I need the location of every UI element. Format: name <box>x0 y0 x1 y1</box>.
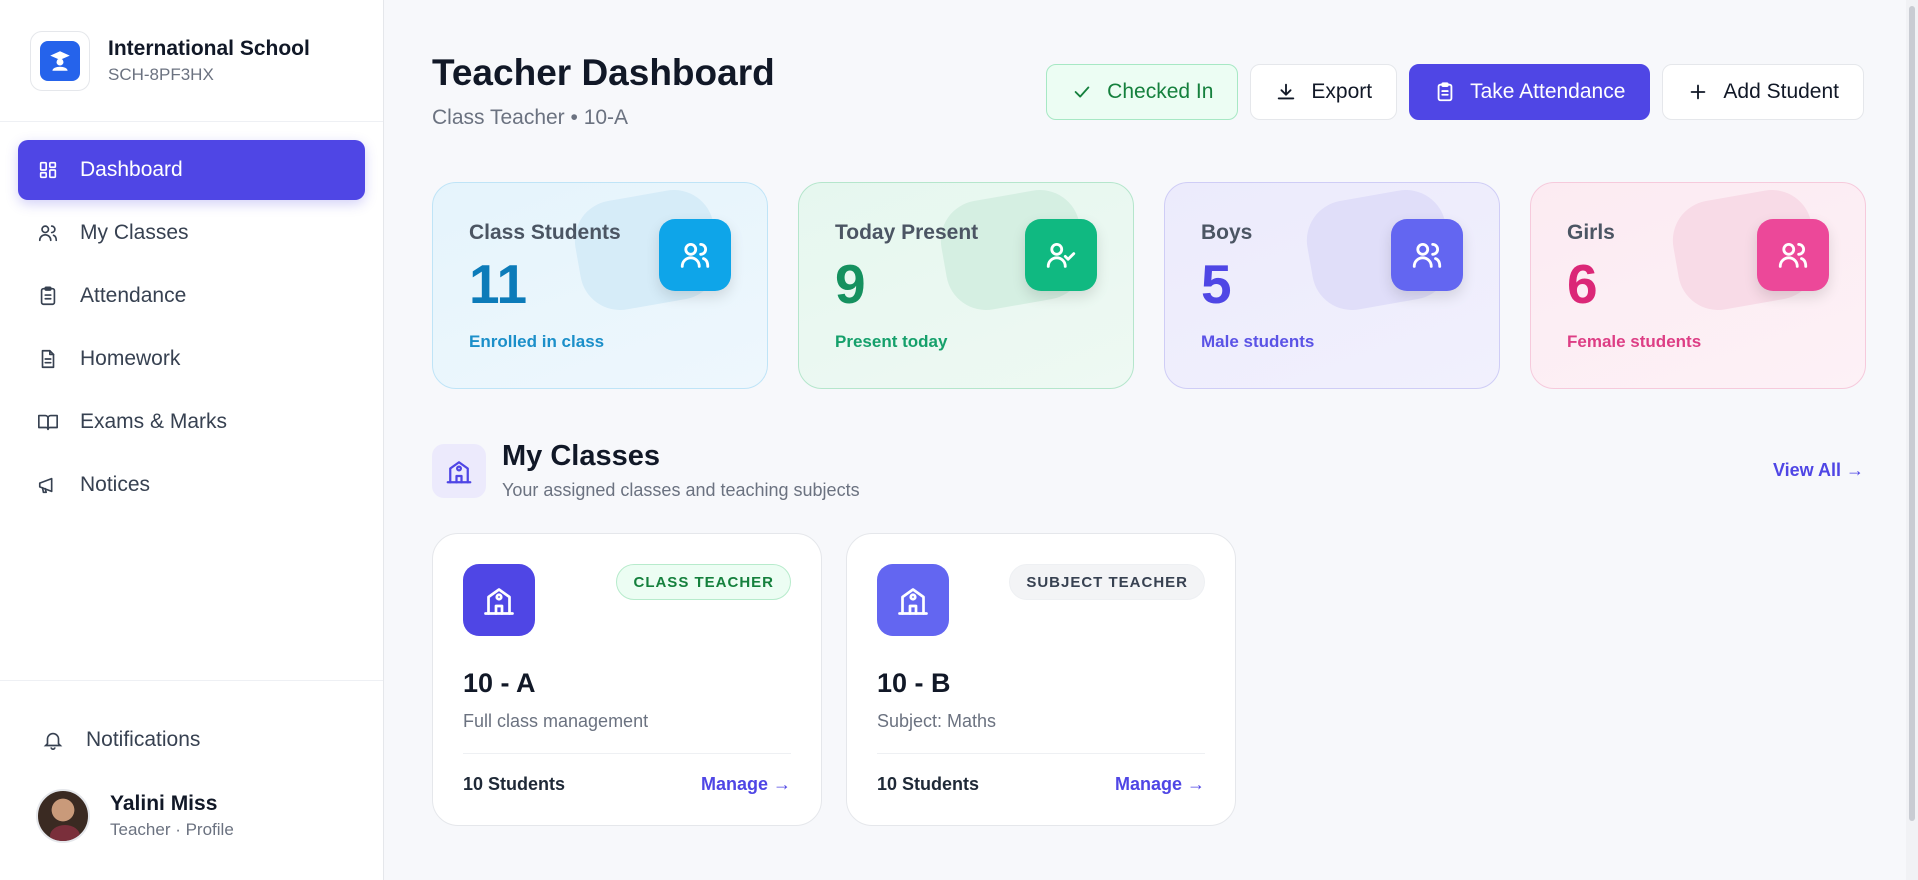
sidebar-item-attendance[interactable]: Attendance <box>18 266 365 326</box>
manage-link[interactable]: Manage → <box>701 774 791 795</box>
megaphone-icon <box>36 473 60 497</box>
class-cards: CLASS TEACHER 10 - A Full class manageme… <box>432 533 1236 826</box>
school-icon <box>877 564 949 636</box>
stat-card-girls[interactable]: Girls 6 Female students <box>1530 182 1866 389</box>
grid-icon <box>36 158 60 182</box>
sidebar-item-label: Attendance <box>80 284 187 307</box>
sidebar-item-exams-marks[interactable]: Exams & Marks <box>18 392 365 452</box>
document-icon <box>36 347 60 371</box>
stat-note: Enrolled in class <box>469 332 605 351</box>
section-title: My Classes <box>502 440 660 472</box>
notifications-label: Notifications <box>86 728 201 751</box>
sidebar: International School SCH-8PF3HX Dashboar… <box>0 0 384 880</box>
class-card-footer: 10 Students Manage → <box>463 753 791 795</box>
book-open-icon <box>36 410 60 434</box>
view-all-link[interactable]: View All → <box>1773 460 1864 481</box>
users-icon <box>36 221 60 245</box>
school-name: International School <box>108 36 310 60</box>
sidebar-item-label: My Classes <box>80 221 189 244</box>
stats-row: Class Students 11 Enrolled in class Toda… <box>432 182 1866 389</box>
profile-link[interactable]: Yalini Miss Teacher · Profile <box>0 789 383 843</box>
user-check-icon <box>1025 219 1097 291</box>
stat-card-class-students[interactable]: Class Students 11 Enrolled in class <box>432 182 768 389</box>
add-student-button[interactable]: Add Student <box>1662 64 1864 120</box>
stat-note: Male students <box>1201 332 1315 351</box>
bell-icon <box>43 732 63 750</box>
class-card-footer: 10 Students Manage → <box>877 753 1205 795</box>
role-badge: SUBJECT TEACHER <box>1009 564 1205 600</box>
profile-role: Teacher · Profile <box>110 820 234 839</box>
school-icon <box>463 564 535 636</box>
page-subtitle: Class Teacher • 10-A <box>432 106 629 129</box>
checked-in-button[interactable]: Checked In <box>1046 64 1239 120</box>
stat-note: Present today <box>835 332 948 351</box>
page-scrollbar[interactable] <box>1906 0 1918 880</box>
sidebar-item-notices[interactable]: Notices <box>18 455 365 515</box>
avatar <box>36 789 90 843</box>
brand: International School SCH-8PF3HX <box>0 0 383 122</box>
sidebar-item-homework[interactable]: Homework <box>18 329 365 389</box>
school-code: SCH-8PF3HX <box>108 64 214 84</box>
stat-card-boys[interactable]: Boys 5 Male students <box>1164 182 1500 389</box>
users-icon <box>1757 219 1829 291</box>
sidebar-item-label: Homework <box>80 347 181 370</box>
notifications-link[interactable]: Notifications <box>0 713 383 767</box>
scrollbar-thumb[interactable] <box>1909 6 1915 821</box>
sidebar-item-label: Dashboard <box>80 158 183 181</box>
manage-link[interactable]: Manage → <box>1115 774 1205 795</box>
section-subtitle: Your assigned classes and teaching subje… <box>502 480 860 500</box>
sidebar-item-my-classes[interactable]: My Classes <box>18 203 365 263</box>
check-icon <box>1074 86 1090 98</box>
sidebar-item-label: Notices <box>80 473 151 496</box>
page-title: Teacher Dashboard <box>432 52 775 93</box>
header-actions: Checked In Export Take Attendance Add St… <box>1046 64 1864 120</box>
clipboard-icon <box>1437 82 1453 102</box>
profile-name: Yalini Miss <box>110 792 218 815</box>
graduate-icon <box>50 50 70 71</box>
sidebar-nav: Dashboard My Classes Attendance Homework… <box>0 122 383 515</box>
sidebar-item-dashboard[interactable]: Dashboard <box>18 140 365 200</box>
class-description: Full class management <box>463 711 649 731</box>
users-icon <box>1391 219 1463 291</box>
stat-card-today-present[interactable]: Today Present 9 Present today <box>798 182 1134 389</box>
class-card-10a[interactable]: CLASS TEACHER 10 - A Full class manageme… <box>432 533 822 826</box>
student-count: 10 Students <box>877 774 980 794</box>
sidebar-item-label: Exams & Marks <box>80 410 228 433</box>
student-count: 10 Students <box>463 774 566 794</box>
my-classes-header: My Classes Your assigned classes and tea… <box>432 440 1864 506</box>
clipboard-icon <box>36 284 60 308</box>
sidebar-footer: Notifications Yalini Miss Teacher · Prof… <box>0 680 383 880</box>
school-icon <box>432 444 486 498</box>
stat-note: Female students <box>1567 332 1702 351</box>
take-attendance-button[interactable]: Take Attendance <box>1409 64 1651 120</box>
class-card-10b[interactable]: SUBJECT TEACHER 10 - B Subject: Maths 10… <box>846 533 1236 826</box>
export-button[interactable]: Export <box>1250 64 1398 120</box>
school-logo <box>30 30 90 91</box>
class-description: Subject: Maths <box>877 711 997 731</box>
download-icon <box>1278 83 1295 100</box>
class-name: 10 - B <box>877 668 951 698</box>
class-name: 10 - A <box>463 668 536 698</box>
role-badge: CLASS TEACHER <box>616 564 791 600</box>
users-icon <box>659 219 731 291</box>
plus-icon <box>1691 84 1706 100</box>
